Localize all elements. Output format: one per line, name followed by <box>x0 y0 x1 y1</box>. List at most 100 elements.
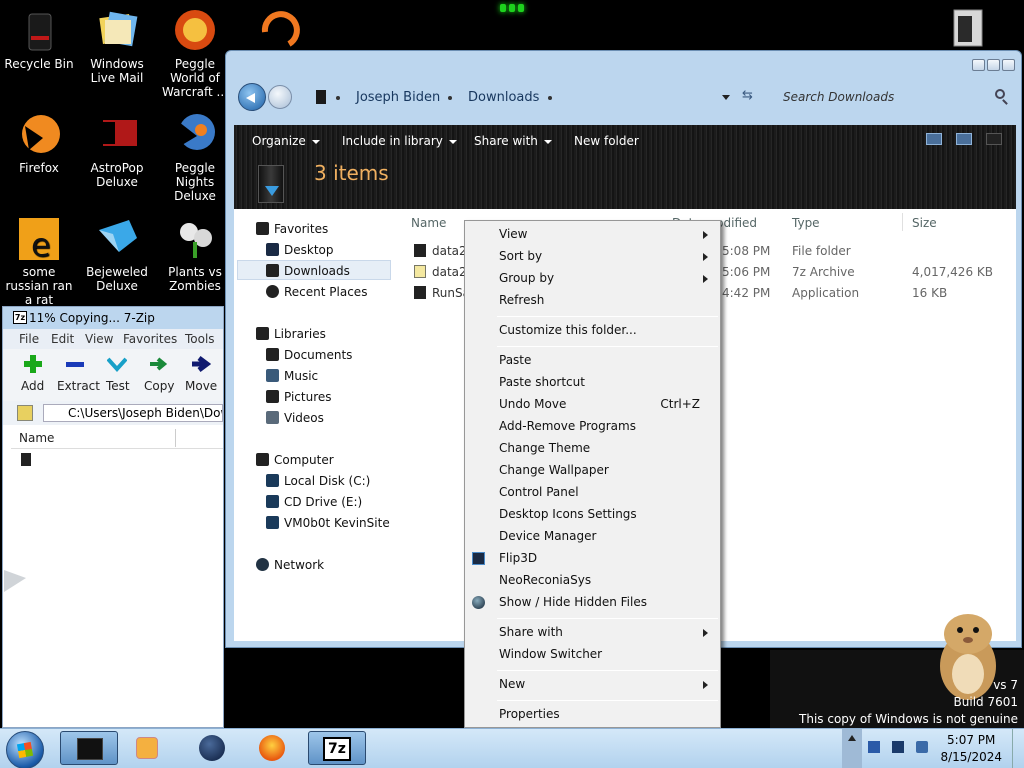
desktop-icon-plants-vs-zombies[interactable]: Plants vs Zombies <box>156 216 234 293</box>
menu-item-change-wallpaper[interactable]: Change Wallpaper <box>499 463 609 477</box>
change-view-icon[interactable] <box>926 133 942 145</box>
extract-button[interactable]: Extract <box>57 379 100 393</box>
menu-item-undo-move[interactable]: Undo Move <box>499 397 566 411</box>
preview-pane-icon[interactable] <box>956 133 972 145</box>
nav-desktop[interactable]: Desktop <box>266 243 334 257</box>
nav-cd-drive[interactable]: CD Drive (E:) <box>266 495 362 509</box>
menu-tools[interactable]: Tools <box>185 332 215 346</box>
maximize-button[interactable] <box>987 59 1000 71</box>
menu-item-view[interactable]: View <box>499 227 527 241</box>
nav-favorites[interactable]: Favorites <box>256 222 328 236</box>
nav-pictures[interactable]: Pictures <box>266 390 332 404</box>
help-icon[interactable] <box>986 133 1002 145</box>
menu-file[interactable]: File <box>19 332 39 346</box>
up-folder-icon[interactable] <box>17 405 33 421</box>
include-in-library-button[interactable]: Include in library <box>342 134 457 148</box>
copy-button[interactable]: Copy <box>144 379 174 393</box>
desktop-icon-firefox[interactable]: Firefox <box>0 112 78 175</box>
7zip-list-item-icon[interactable] <box>21 453 31 466</box>
desktop-icon-recycle-bin[interactable]: Recycle Bin <box>0 8 78 71</box>
nav-computer[interactable]: Computer <box>256 453 334 467</box>
desktop-icon-peggle-wow[interactable]: Peggle World of Warcraft ... <box>156 8 234 99</box>
menu-item-customize-folder[interactable]: Customize this folder... <box>499 323 637 337</box>
test-button[interactable]: Test <box>106 379 130 393</box>
nav-documents[interactable]: Documents <box>266 348 352 362</box>
menu-item-device-manager[interactable]: Device Manager <box>499 529 596 543</box>
taskbar-7zip-button[interactable]: 7z <box>308 731 366 765</box>
nav-network[interactable]: Network <box>256 558 324 572</box>
nav-libraries[interactable]: Libraries <box>256 327 326 341</box>
forward-button[interactable] <box>268 85 292 109</box>
menu-item-change-theme[interactable]: Change Theme <box>499 441 590 455</box>
menu-item-control-panel[interactable]: Control Panel <box>499 485 579 499</box>
refresh-icon[interactable]: ⇆ <box>742 88 753 103</box>
desktop-icon-windows-live-mail[interactable]: Windows Live Mail <box>78 8 156 85</box>
clock[interactable]: 5:07 PM 8/15/2024 <box>940 732 1002 766</box>
desktop-icon-peggle-nights[interactable]: Peggle Nights Deluxe <box>156 112 234 203</box>
tray-monitor-icon[interactable] <box>892 741 904 753</box>
tray-app-icon[interactable] <box>868 741 880 753</box>
show-desktop-button[interactable] <box>1012 729 1024 768</box>
menu-item-group-by[interactable]: Group by <box>499 271 554 285</box>
address-dropdown-button[interactable] <box>722 95 730 100</box>
search-icon[interactable] <box>995 89 1005 99</box>
start-button[interactable] <box>6 731 44 768</box>
organize-button[interactable]: Organize <box>252 134 320 148</box>
navigation-pane: Favorites Desktop Downloads Recent Place… <box>234 209 404 641</box>
column-header-size[interactable]: Size <box>912 216 937 230</box>
search-box[interactable]: Search Downloads <box>779 85 1009 109</box>
desktop-icon-bejeweled[interactable]: Bejeweled Deluxe <box>78 216 156 293</box>
menu-item-show-hide-hidden-files[interactable]: Show / Hide Hidden Files <box>499 595 647 609</box>
menu-item-refresh[interactable]: Refresh <box>499 293 544 307</box>
column-divider[interactable] <box>175 429 176 447</box>
7zip-window[interactable]: 7z 11% Copying... 7-Zip File Edit View F… <box>2 306 224 728</box>
column-divider[interactable] <box>902 213 903 231</box>
tray-scroll-area[interactable] <box>842 729 862 768</box>
taskbar-globe-button[interactable] <box>184 731 242 765</box>
share-with-button[interactable]: Share with <box>474 134 552 148</box>
nav-recent-places[interactable]: Recent Places <box>266 285 367 299</box>
menu-item-add-remove-programs[interactable]: Add-Remove Programs <box>499 419 636 433</box>
star-icon <box>256 222 269 235</box>
menu-item-window-switcher[interactable]: Window Switcher <box>499 647 602 661</box>
menu-item-flip3d[interactable]: Flip3D <box>499 551 537 565</box>
menu-item-share-with[interactable]: Share with <box>499 625 563 639</box>
menu-item-desktop-icons-settings[interactable]: Desktop Icons Settings <box>499 507 637 521</box>
nav-local-disk[interactable]: Local Disk (C:) <box>266 474 370 488</box>
menu-item-neoreconiasys[interactable]: NeoReconiaSys <box>499 573 591 587</box>
minimize-button[interactable] <box>972 59 985 71</box>
nav-vm-site[interactable]: VM0b0t KevinSite <box>266 516 390 530</box>
desktop-icon-astropop[interactable]: AstroPop Deluxe <box>78 112 156 189</box>
move-button[interactable]: Move <box>185 379 217 393</box>
breadcrumb-joseph-biden[interactable]: Joseph Biden <box>356 90 440 105</box>
volume-icon[interactable] <box>916 741 928 753</box>
new-folder-button[interactable]: New folder <box>574 134 639 148</box>
nav-videos[interactable]: Videos <box>266 411 324 425</box>
menu-favorites[interactable]: Favorites <box>123 332 177 346</box>
menu-item-paste[interactable]: Paste <box>499 353 531 367</box>
desktop-icon-rat[interactable]: e some russian ran a rat <box>0 216 78 307</box>
menu-edit[interactable]: Edit <box>51 332 74 346</box>
nav-music[interactable]: Music <box>266 369 318 383</box>
column-header-name[interactable]: Name <box>411 216 446 230</box>
menu-item-paste-shortcut[interactable]: Paste shortcut <box>499 375 585 389</box>
desktop-icon-topright[interactable] <box>948 6 988 50</box>
nav-downloads[interactable]: Downloads <box>266 264 350 278</box>
add-button[interactable]: Add <box>21 379 44 393</box>
address-bar[interactable]: Joseph Biden Downloads <box>300 85 740 109</box>
show-hidden-icons-button[interactable] <box>848 735 856 741</box>
taskbar-firefox-button[interactable] <box>244 731 302 765</box>
taskbar-explorer-button[interactable] <box>60 731 118 765</box>
menu-item-new[interactable]: New <box>499 677 525 691</box>
menu-item-sort-by[interactable]: Sort by <box>499 249 542 263</box>
close-button[interactable] <box>1002 59 1015 71</box>
7zip-path-input[interactable]: C:\Users\Joseph Biden\Downl <box>43 404 223 422</box>
breadcrumb-downloads[interactable]: Downloads <box>468 90 539 105</box>
back-button[interactable] <box>238 83 266 111</box>
taskbar-media-player-button[interactable] <box>120 731 178 765</box>
menu-view[interactable]: View <box>85 332 113 346</box>
7zip-titlebar[interactable]: 7z 11% Copying... 7-Zip <box>3 307 223 329</box>
7zip-column-name[interactable]: Name <box>19 431 54 445</box>
column-header-type[interactable]: Type <box>792 216 820 230</box>
menu-item-properties[interactable]: Properties <box>499 707 560 721</box>
